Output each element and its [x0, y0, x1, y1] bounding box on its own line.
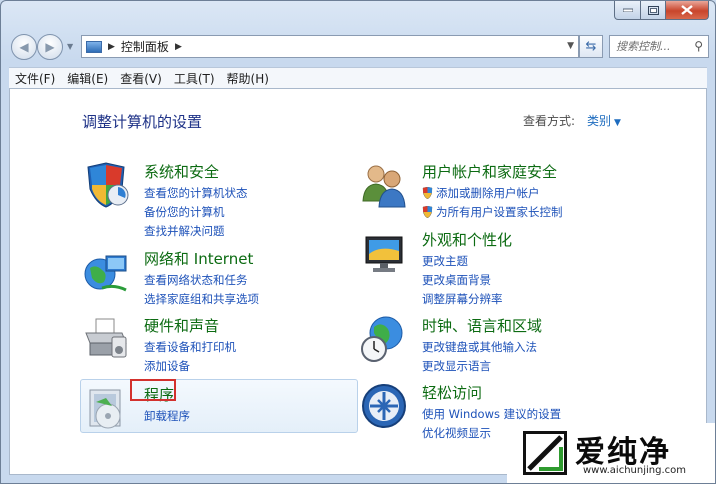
watermark: 爱纯净 www.aichunjing.com — [507, 423, 715, 483]
forward-arrow-icon: ▶ — [45, 40, 55, 54]
search-icon[interactable]: ⚲ — [694, 39, 703, 53]
link-homegroup-sharing[interactable]: 选择家庭组和共享选项 — [144, 290, 259, 309]
clock-globe-icon — [361, 316, 403, 362]
forward-button[interactable]: ▶ — [37, 34, 63, 60]
link-add-device[interactable]: 添加设备 — [144, 357, 236, 376]
menu-edit[interactable]: 编辑(E) — [61, 70, 114, 87]
link-add-remove-accounts[interactable]: 添加或删除用户帐户 — [422, 184, 563, 203]
watermark-logo-icon — [523, 431, 567, 475]
breadcrumb-control-panel[interactable]: 控制面板 — [121, 38, 169, 55]
link-backup-computer[interactable]: 备份您的计算机 — [144, 203, 248, 222]
link-text[interactable]: 添加或删除用户帐户 — [436, 186, 540, 200]
view-by-value[interactable]: 类别 — [587, 114, 611, 128]
link-uninstall-program[interactable]: 卸载程序 — [144, 407, 190, 426]
close-icon — [681, 5, 693, 15]
network-globe-icon — [84, 255, 127, 292]
control-panel-icon — [86, 40, 102, 53]
minimize-button[interactable] — [614, 1, 641, 20]
uac-shield-icon — [422, 187, 433, 199]
link-view-computer-status[interactable]: 查看您的计算机状态 — [144, 184, 248, 203]
security-shield-icon — [87, 162, 129, 208]
control-panel-window: ◀ ▶ ▼ ▶ 控制面板 ▶ ▼ ⇆ ⚲ 文件(F) 编辑(E) 查看(V) 工… — [0, 0, 716, 484]
link-change-background[interactable]: 更改桌面背景 — [422, 271, 503, 290]
link-screen-resolution[interactable]: 调整屏幕分辨率 — [422, 290, 503, 309]
dropdown-arrow-icon: ▼ — [614, 118, 621, 128]
category-title[interactable]: 轻松访问 — [422, 382, 482, 403]
link-text[interactable]: 为所有用户设置家长控制 — [436, 205, 563, 219]
link-find-fix-problems[interactable]: 查找并解决问题 — [144, 222, 248, 241]
category-title[interactable]: 硬件和声音 — [144, 315, 219, 336]
recent-pages-dropdown-icon[interactable]: ▼ — [67, 42, 73, 51]
address-dropdown-icon[interactable]: ▼ — [567, 41, 574, 51]
address-bar[interactable]: ▶ 控制面板 ▶ ▼ — [81, 35, 579, 58]
users-icon — [362, 165, 406, 208]
breadcrumb-arrow-icon[interactable]: ▶ — [175, 42, 182, 52]
menu-tools[interactable]: 工具(T) — [168, 70, 221, 87]
back-arrow-icon: ◀ — [19, 40, 29, 54]
monitor-icon — [365, 236, 403, 272]
link-recommended-settings[interactable]: 使用 Windows 建议的设置 — [422, 405, 561, 424]
search-input[interactable] — [614, 39, 688, 54]
link-parental-controls[interactable]: 为所有用户设置家长控制 — [422, 203, 563, 222]
minimize-icon — [622, 8, 633, 12]
category-title[interactable]: 网络和 Internet — [144, 248, 253, 269]
category-title[interactable]: 时钟、语言和区域 — [422, 315, 542, 336]
watermark-url: www.aichunjing.com — [583, 465, 686, 476]
highlight-frame — [130, 379, 176, 401]
search-box[interactable]: ⚲ — [609, 35, 709, 58]
maximize-icon — [647, 5, 659, 15]
link-change-display-language[interactable]: 更改显示语言 — [422, 357, 537, 376]
breadcrumb-arrow-icon[interactable]: ▶ — [108, 42, 115, 52]
view-by-label: 查看方式: — [523, 114, 576, 128]
maximize-button[interactable] — [641, 1, 666, 20]
link-devices-printers[interactable]: 查看设备和打印机 — [144, 338, 236, 357]
view-by-dropdown[interactable]: 类别 ▼ — [587, 112, 621, 129]
navigation-bar: ◀ ▶ ▼ ▶ 控制面板 ▶ ▼ ⇆ ⚲ — [9, 34, 709, 60]
refresh-button[interactable]: ⇆ — [579, 35, 603, 58]
menu-bar: 文件(F) 编辑(E) 查看(V) 工具(T) 帮助(H) — [9, 67, 707, 88]
menu-help[interactable]: 帮助(H) — [221, 70, 275, 87]
link-change-keyboard[interactable]: 更改键盘或其他输入法 — [422, 338, 537, 357]
link-network-status[interactable]: 查看网络状态和任务 — [144, 271, 259, 290]
close-button[interactable] — [666, 1, 709, 20]
caption-buttons — [614, 1, 709, 20]
link-change-theme[interactable]: 更改主题 — [422, 252, 503, 271]
category-title[interactable]: 用户帐户和家庭安全 — [422, 161, 557, 182]
refresh-icon: ⇆ — [585, 39, 597, 54]
ease-of-access-icon — [362, 384, 406, 428]
page-title: 调整计算机的设置 — [82, 113, 203, 131]
main-content: 调整计算机的设置 查看方式: 类别 ▼ 系统和安全 查看您的计算机状态 备份您的计… — [9, 88, 707, 475]
printer-icon — [85, 318, 127, 358]
menu-file[interactable]: 文件(F) — [9, 70, 61, 87]
category-title[interactable]: 外观和个性化 — [422, 229, 512, 250]
category-title[interactable]: 系统和安全 — [144, 161, 219, 182]
uac-shield-icon — [422, 206, 433, 218]
back-button[interactable]: ◀ — [11, 34, 37, 60]
programs-icon — [89, 389, 121, 429]
menu-view[interactable]: 查看(V) — [114, 70, 168, 87]
